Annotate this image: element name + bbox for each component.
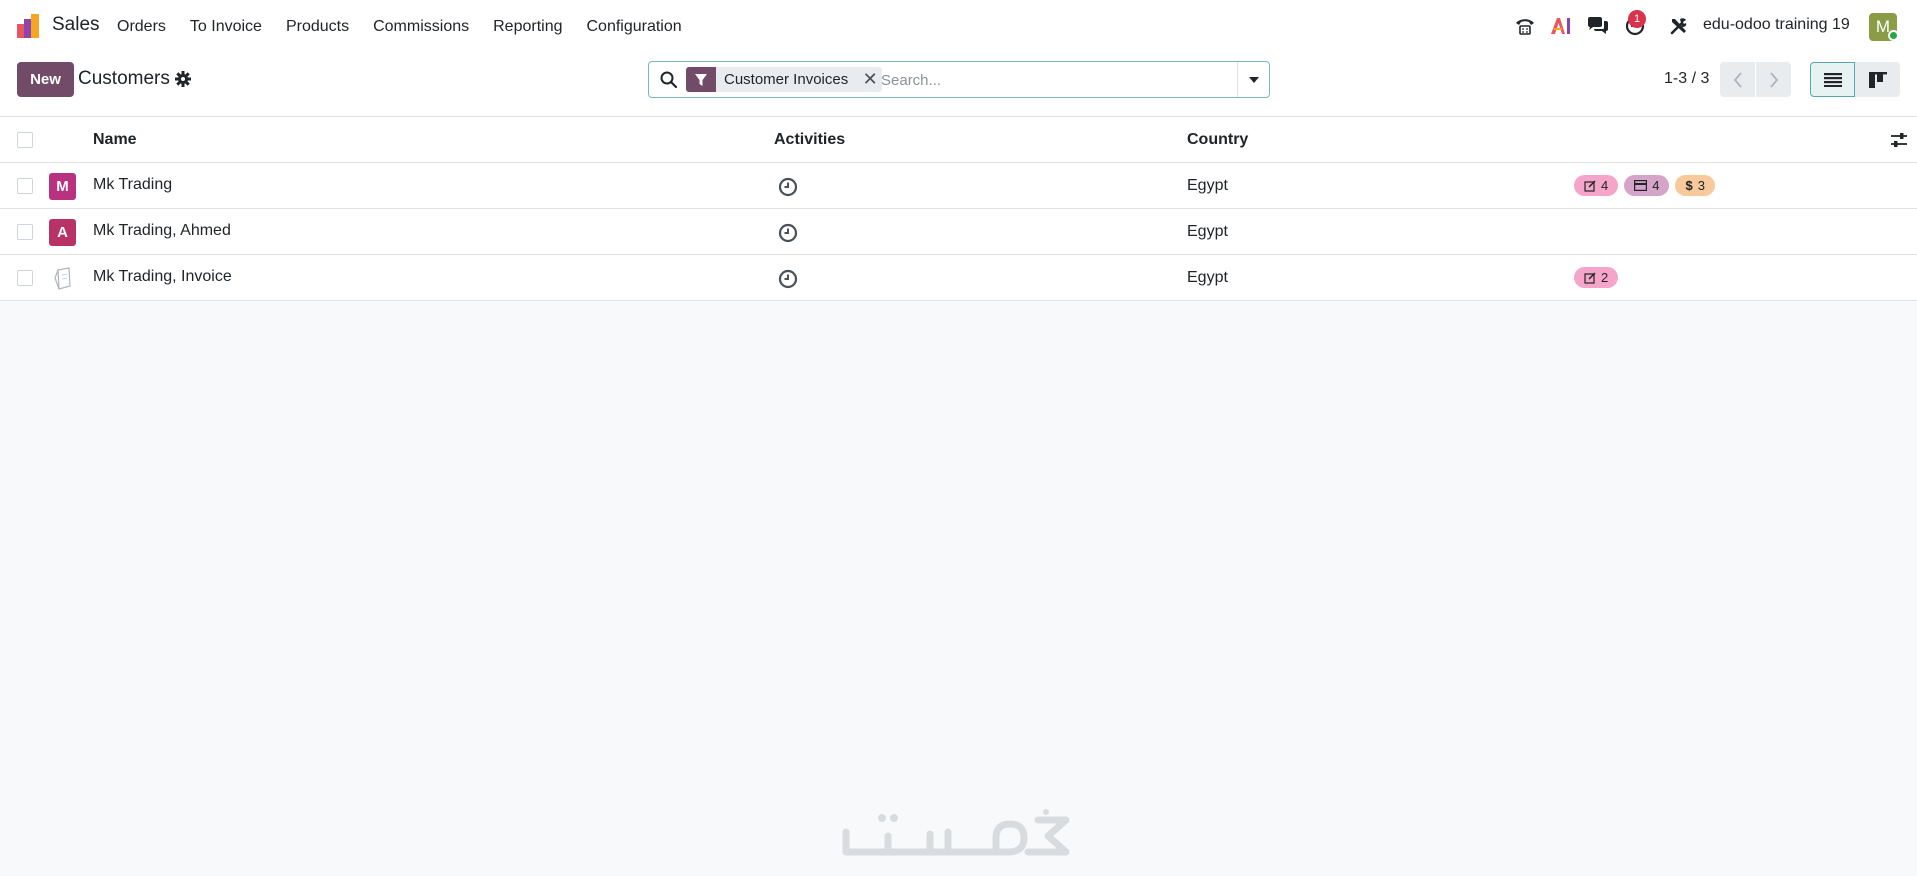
online-status-dot: [1888, 30, 1899, 41]
caret-down-icon: [1248, 76, 1259, 83]
edit-icon: [1584, 179, 1596, 192]
kanban-view-button[interactable]: [1855, 62, 1900, 97]
activity-count-badge: 1: [1628, 10, 1646, 28]
menu-products[interactable]: Products: [286, 18, 349, 36]
quotations-stat-pill[interactable]: 4: [1574, 175, 1619, 196]
customer-name[interactable]: Mk Trading, Ahmed: [93, 222, 231, 240]
table-row[interactable]: Mk Trading, Invoice Egypt 2: [0, 255, 1917, 301]
filter-facet: Customer Invoices ✕: [686, 67, 883, 92]
customer-avatar: A: [49, 219, 76, 246]
phone-icon[interactable]: [1514, 15, 1536, 37]
optional-columns-icon[interactable]: [1890, 131, 1908, 149]
customer-country: Egypt: [1187, 269, 1228, 286]
list-icon: [1823, 72, 1842, 87]
edit-icon: [1584, 271, 1596, 284]
pager-previous-button[interactable]: [1720, 62, 1755, 97]
pager-value[interactable]: 1-3 / 3: [1664, 70, 1709, 88]
menu-reporting[interactable]: Reporting: [493, 18, 562, 36]
activity-clock-icon[interactable]: [778, 177, 798, 197]
chevron-right-icon: [1769, 71, 1778, 88]
stat-buttons: 2: [1574, 267, 1619, 288]
row-checkbox[interactable]: [17, 224, 33, 240]
customer-list: Name Activities Country M Mk Trading Egy…: [0, 117, 1917, 301]
card-icon: [1634, 180, 1648, 191]
menu-configuration[interactable]: Configuration: [586, 18, 681, 36]
menu-to-invoice[interactable]: To Invoice: [190, 18, 262, 36]
sales-app-logo[interactable]: [16, 13, 42, 39]
chevron-left-icon: [1733, 71, 1742, 88]
search-options-toggle[interactable]: [1237, 62, 1269, 97]
company-switcher[interactable]: edu-odoo training 19: [1703, 16, 1850, 34]
customer-name[interactable]: Mk Trading: [93, 176, 172, 194]
stat-buttons: 4 4 $ 3: [1574, 175, 1715, 196]
invoice-address-icon: [54, 267, 71, 290]
search-input[interactable]: [881, 68, 1221, 92]
invoices-stat-pill[interactable]: 4: [1624, 175, 1670, 196]
search-bar: Customer Invoices ✕: [648, 61, 1270, 98]
row-checkbox[interactable]: [17, 178, 33, 194]
facet-label: Customer Invoices: [724, 71, 849, 88]
ai-icon[interactable]: [1550, 15, 1572, 37]
table-row[interactable]: A Mk Trading, Ahmed Egypt: [0, 209, 1917, 255]
quotations-stat-pill[interactable]: 2: [1574, 267, 1619, 288]
stat-value: 4: [1601, 178, 1609, 193]
gear-icon[interactable]: [174, 70, 192, 88]
remove-facet-button[interactable]: ✕: [858, 67, 882, 92]
control-panel: New Customers Customer Invoices ✕ 1-3 / …: [0, 53, 1917, 117]
customer-country: Egypt: [1187, 177, 1228, 194]
search-icon[interactable]: [659, 70, 679, 90]
list-header: Name Activities Country: [0, 117, 1917, 163]
column-header-name[interactable]: Name: [93, 131, 137, 149]
app-name[interactable]: Sales: [52, 14, 100, 36]
list-view-button[interactable]: [1810, 62, 1855, 97]
dollar-icon: $: [1685, 178, 1693, 193]
stat-value: 3: [1697, 178, 1705, 193]
kanban-icon: [1868, 71, 1887, 88]
stat-value: 4: [1652, 178, 1660, 193]
new-button[interactable]: New: [17, 62, 74, 97]
customer-name[interactable]: Mk Trading, Invoice: [93, 268, 232, 286]
chat-icon[interactable]: [1587, 15, 1609, 37]
row-checkbox[interactable]: [17, 270, 33, 286]
menu-commissions[interactable]: Commissions: [373, 18, 469, 36]
menu-orders[interactable]: Orders: [117, 18, 166, 36]
debug-tools-icon[interactable]: [1668, 15, 1690, 37]
page-title: Customers: [78, 68, 170, 89]
filter-icon: [686, 67, 716, 92]
table-row[interactable]: M Mk Trading Egypt 4 4 $ 3: [0, 163, 1917, 209]
activity-clock-icon[interactable]: [778, 269, 798, 289]
customer-avatar: M: [49, 173, 76, 200]
top-navbar: Sales Orders To Invoice Products Commiss…: [0, 0, 1917, 53]
main-menu: Orders To Invoice Products Commissions R…: [117, 0, 706, 53]
customer-country: Egypt: [1187, 223, 1228, 240]
pager-next-button[interactable]: [1756, 62, 1791, 97]
column-header-activities[interactable]: Activities: [774, 131, 845, 149]
watermark-logo: [842, 809, 1070, 856]
column-header-country[interactable]: Country: [1187, 131, 1248, 149]
activity-clock-icon[interactable]: [778, 223, 798, 243]
select-all-checkbox[interactable]: [17, 132, 33, 148]
sales-stat-pill[interactable]: $ 3: [1675, 175, 1715, 196]
stat-value: 2: [1601, 270, 1609, 285]
